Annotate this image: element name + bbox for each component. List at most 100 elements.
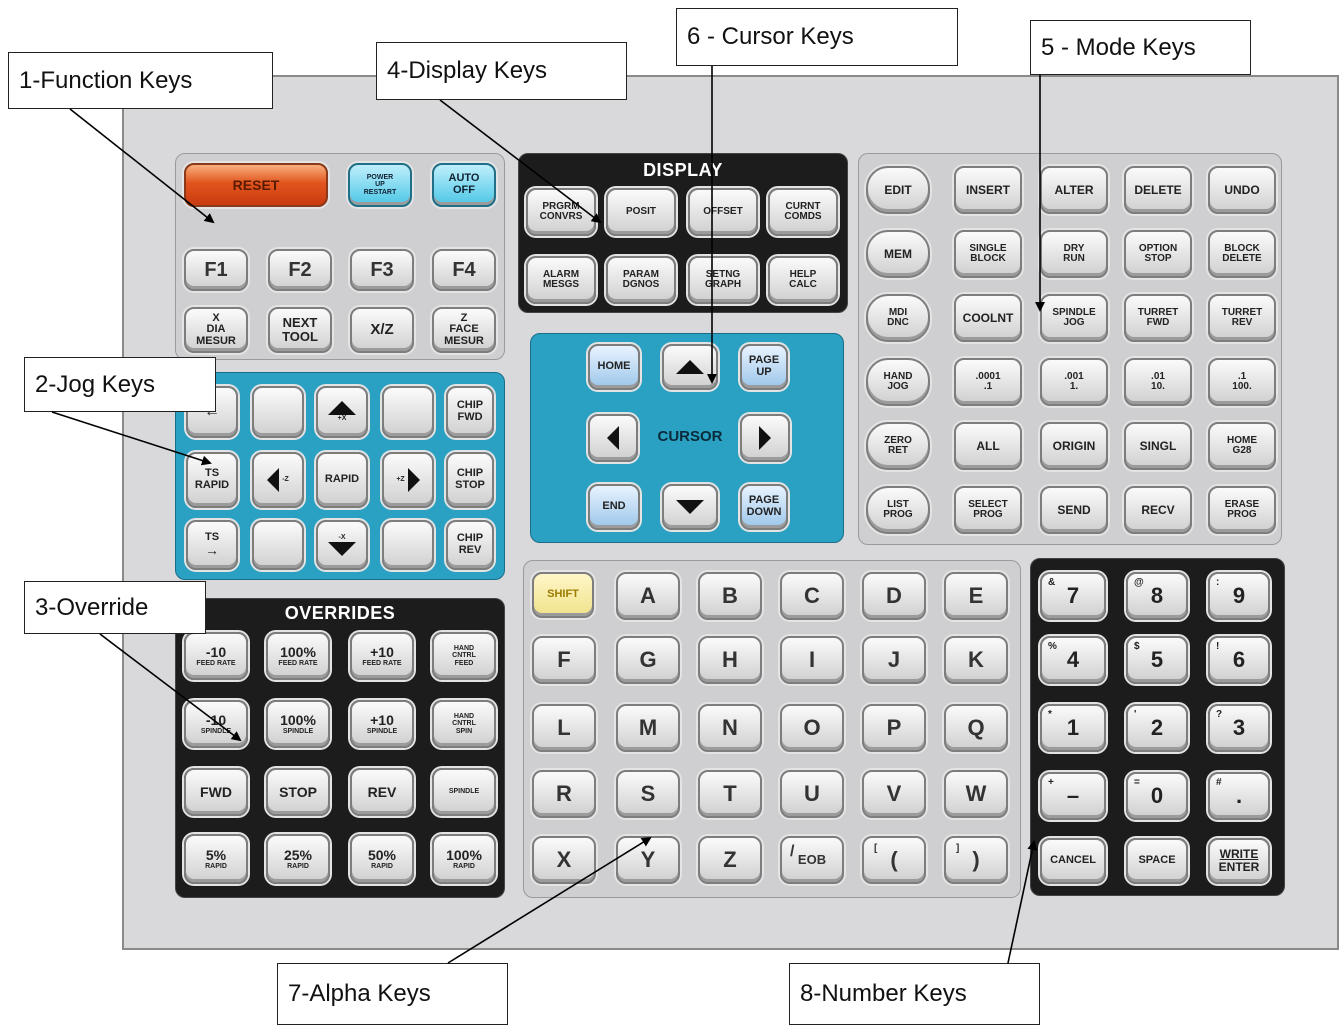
mode-key-turret-fwd[interactable]: TURRET FWD bbox=[1124, 294, 1192, 342]
alpha-key-c[interactable]: C bbox=[780, 572, 844, 620]
number-key-3[interactable]: ? 3 bbox=[1208, 704, 1270, 752]
cursor-left-button[interactable] bbox=[588, 414, 638, 462]
alpha-key-g[interactable]: G bbox=[616, 636, 680, 684]
mode-key-turret-rev[interactable]: TURRET REV bbox=[1208, 294, 1276, 342]
alpha-key-n[interactable]: N bbox=[698, 704, 762, 752]
number-key-9[interactable]: :9 bbox=[1208, 572, 1270, 620]
alpha-key-a[interactable]: A bbox=[616, 572, 680, 620]
alpha-key-w[interactable]: W bbox=[944, 770, 1008, 818]
cursor-up-button[interactable] bbox=[662, 344, 718, 390]
chip-fwd-button[interactable]: CHIP FWD bbox=[446, 386, 494, 438]
end-button[interactable]: END bbox=[588, 484, 640, 530]
override-key-50pct-rapid[interactable]: 50% RAPID bbox=[350, 834, 414, 884]
override-key-25pct-rapid[interactable]: 25% RAPID bbox=[266, 834, 330, 884]
alpha-key-lparen[interactable]: [( bbox=[862, 836, 926, 884]
space-button[interactable]: SPACE bbox=[1126, 838, 1188, 884]
power-up-restart-button[interactable]: POWER UP RESTART bbox=[348, 163, 412, 207]
mode-key-insert[interactable]: INSERT bbox=[954, 166, 1022, 214]
mode-key-mem[interactable]: MEM bbox=[866, 230, 930, 278]
number-key-0[interactable]: = 0 bbox=[1126, 772, 1188, 820]
mode-key-zero-ret[interactable]: ZERO RET bbox=[866, 422, 930, 470]
mode-key-send[interactable]: SEND bbox=[1040, 486, 1108, 534]
alpha-key-z[interactable]: Z bbox=[698, 836, 762, 884]
cancel-button[interactable]: CANCEL bbox=[1040, 838, 1106, 884]
jog-blank-3[interactable] bbox=[252, 520, 304, 570]
number-key-7[interactable]: & 7 bbox=[1040, 572, 1106, 620]
alpha-key-o[interactable]: O bbox=[780, 704, 844, 752]
override-key-hand-cntrl-spin[interactable]: HAND CNTRL SPIN bbox=[432, 700, 496, 748]
mode-key-singl[interactable]: SINGL bbox=[1124, 422, 1192, 470]
override-key-5pct-rapid[interactable]: 5% RAPID bbox=[184, 834, 248, 884]
override-key-+10-feed-rate[interactable]: +10 FEED RATE bbox=[350, 632, 414, 680]
jog-blank-1[interactable] bbox=[252, 386, 304, 438]
display-key-setng-graph[interactable]: SETNG GRAPH bbox=[688, 256, 758, 304]
mode-key-erase-prog[interactable]: ERASE PROG bbox=[1208, 486, 1276, 534]
jog-blank-2[interactable] bbox=[382, 386, 434, 438]
x-dia-mesur-button[interactable]: X DIA MESUR bbox=[184, 307, 248, 353]
mode-key-p01-10p[interactable]: .01 10. bbox=[1124, 358, 1192, 406]
alpha-key-r[interactable]: R bbox=[532, 770, 596, 818]
display-key-curnt-comds[interactable]: CURNT COMDS bbox=[768, 188, 838, 236]
mode-key-p001-1p[interactable]: .001 1. bbox=[1040, 358, 1108, 406]
alpha-key-x[interactable]: X bbox=[532, 836, 596, 884]
write-enter-button[interactable]: WRITE ENTER bbox=[1208, 838, 1270, 884]
display-key-help-calc[interactable]: HELP CALC bbox=[768, 256, 838, 304]
jog-minus-z-button[interactable]: -Z bbox=[252, 452, 304, 508]
number-key-8[interactable]: @8 bbox=[1126, 572, 1188, 620]
alpha-key-b[interactable]: B bbox=[698, 572, 762, 620]
mode-key-mdi-dnc[interactable]: MDI DNC bbox=[866, 294, 930, 342]
mode-key-p0001-p1[interactable]: .0001.1 bbox=[954, 358, 1022, 406]
override-key--10-feed-rate[interactable]: -10 FEED RATE bbox=[184, 632, 248, 680]
number-key-4[interactable]: % 4 bbox=[1040, 636, 1106, 684]
display-key-alarm-mesgs[interactable]: ALARM MESGS bbox=[526, 256, 596, 304]
override-key-fwd[interactable]: FWD bbox=[184, 768, 248, 816]
display-key-prgrm-convrs[interactable]: PRGRM CONVRS bbox=[526, 188, 596, 236]
override-key-100pct-rapid[interactable]: 100% RAPID bbox=[432, 834, 496, 884]
mode-key-p1-100p[interactable]: .1 100. bbox=[1208, 358, 1276, 406]
override-key-100pct-spindle[interactable]: 100% SPINDLE bbox=[266, 700, 330, 748]
display-key-posit[interactable]: POSIT bbox=[606, 188, 676, 236]
mode-key-undo[interactable]: UNDO bbox=[1208, 166, 1276, 214]
override-key-hand-cntrl-feed[interactable]: HAND CNTRL FEED bbox=[432, 632, 496, 680]
page-down-button[interactable]: PAGE DOWN bbox=[740, 484, 788, 530]
f3-button[interactable]: F3 bbox=[350, 249, 414, 291]
mode-key-block-delete[interactable]: BLOCK DELETE bbox=[1208, 230, 1276, 278]
auto-off-button[interactable]: AUTO OFF bbox=[432, 163, 496, 207]
alpha-key-v[interactable]: V bbox=[862, 770, 926, 818]
jog-rapid-button[interactable]: RAPID bbox=[316, 452, 368, 508]
next-tool-button[interactable]: NEXT TOOL bbox=[268, 307, 332, 353]
mode-key-spindle-jog[interactable]: SPINDLE JOG bbox=[1040, 294, 1108, 342]
alpha-key-k[interactable]: K bbox=[944, 636, 1008, 684]
alpha-key-j[interactable]: J bbox=[862, 636, 926, 684]
override-key-100pct-feed-rate[interactable]: 100% FEED RATE bbox=[266, 632, 330, 680]
f4-button[interactable]: F4 bbox=[432, 249, 496, 291]
override-key-+10-spindle[interactable]: +10 SPINDLE bbox=[350, 700, 414, 748]
chip-rev-button[interactable]: CHIP REV bbox=[446, 520, 494, 570]
alpha-key-l[interactable]: L bbox=[532, 704, 596, 752]
mode-key-origin[interactable]: ORIGIN bbox=[1040, 422, 1108, 470]
override-key--10-spindle[interactable]: -10 SPINDLE bbox=[184, 700, 248, 748]
display-key-offset[interactable]: OFFSET bbox=[688, 188, 758, 236]
number-key-6[interactable]: ! 6 bbox=[1208, 636, 1270, 684]
override-key-spindle[interactable]: SPINDLE bbox=[432, 768, 496, 816]
override-key-stop[interactable]: STOP bbox=[266, 768, 330, 816]
home-button[interactable]: HOME bbox=[588, 344, 640, 390]
chip-stop-button[interactable]: CHIP STOP bbox=[446, 452, 494, 508]
alpha-key-u[interactable]: U bbox=[780, 770, 844, 818]
alpha-key-d[interactable]: D bbox=[862, 572, 926, 620]
alpha-key-h[interactable]: H bbox=[698, 636, 762, 684]
ts-rapid-button[interactable]: TS RAPID bbox=[186, 452, 238, 508]
alpha-key-i[interactable]: I bbox=[780, 636, 844, 684]
alpha-key-s[interactable]: S bbox=[616, 770, 680, 818]
jog-minus-x-button[interactable]: -X bbox=[316, 520, 368, 570]
number-key-2[interactable]: ' 2 bbox=[1126, 704, 1188, 752]
mode-key-alter[interactable]: ALTER bbox=[1040, 166, 1108, 214]
mode-key-edit[interactable]: EDIT bbox=[866, 166, 930, 214]
number-key-5[interactable]: $5 bbox=[1126, 636, 1188, 684]
mode-key-dry-run[interactable]: DRY RUN bbox=[1040, 230, 1108, 278]
alpha-key-rparen[interactable]: ]) bbox=[944, 836, 1008, 884]
f1-button[interactable]: F1 bbox=[184, 249, 248, 291]
alpha-key-f[interactable]: F bbox=[532, 636, 596, 684]
alpha-key-p[interactable]: P bbox=[862, 704, 926, 752]
jog-plus-x-button[interactable]: +X bbox=[316, 386, 368, 438]
